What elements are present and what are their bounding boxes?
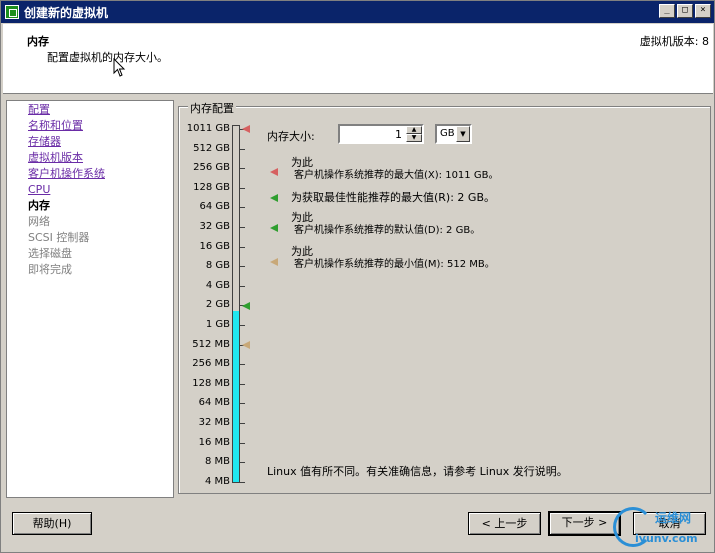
best-marker-icon xyxy=(242,302,250,310)
scale-tick xyxy=(240,168,245,170)
memory-config-label: 内存配置 xyxy=(188,100,236,116)
nav-item[interactable]: 客户机操作系统 xyxy=(28,167,105,181)
default-legend-icon xyxy=(270,224,278,232)
minimize-button[interactable]: _ xyxy=(659,4,675,18)
scale-tick xyxy=(240,383,245,385)
default-legend-line2: 客户机操作系统推荐的默认值(D): 2 GB。 xyxy=(294,225,481,236)
memory-size-label: 内存大小: xyxy=(267,130,315,143)
memory-config-group: 内存配置 xyxy=(178,100,711,494)
maximize-button[interactable]: □ xyxy=(677,4,693,18)
memory-unit-value: GB xyxy=(440,128,455,139)
scale-tick xyxy=(240,227,245,228)
title-bar[interactable]: 创建新的虚拟机 _ □ × xyxy=(1,1,714,23)
best-legend-icon xyxy=(270,194,278,202)
scale-tick-label: 64 GB xyxy=(199,201,230,213)
help-button[interactable]: 帮助(H) xyxy=(12,512,92,535)
min-legend-line1: 为此 xyxy=(291,245,313,258)
scale-tick-label: 32 GB xyxy=(199,221,230,232)
scale-tick xyxy=(240,442,245,444)
nav-item: 网络 xyxy=(28,215,50,228)
watermark-logo: 运维网 iyunv.com xyxy=(613,505,713,551)
scale-tick-label: 256 MB xyxy=(192,358,230,370)
min-legend-line2: 客户机操作系统推荐的最小值(M): 512 MB。 xyxy=(294,259,495,270)
back-button[interactable]: < 上一步 xyxy=(468,512,541,535)
spin-up-icon[interactable]: ▲ xyxy=(406,126,422,134)
nav-item[interactable]: 存储器 xyxy=(28,135,61,149)
next-button[interactable]: 下一步 > xyxy=(548,511,621,536)
memory-size-input[interactable]: 1 ▲ ▼ xyxy=(338,124,424,144)
close-button[interactable]: × xyxy=(695,4,711,18)
scale-tick xyxy=(240,266,245,268)
scale-tick xyxy=(240,285,245,287)
scale-tick xyxy=(240,207,245,209)
nav-item[interactable]: 虚拟机版本 xyxy=(28,151,83,165)
max-marker-icon xyxy=(242,125,250,133)
app-icon xyxy=(5,5,19,19)
memory-unit-select[interactable]: GB ▼ xyxy=(435,124,472,144)
min-legend-icon xyxy=(270,258,278,266)
min-marker-icon xyxy=(242,341,250,349)
window-title: 创建新的虚拟机 xyxy=(24,5,109,20)
nav-item: 选择磁盘 xyxy=(28,247,72,260)
scale-tick-label: 4 MB xyxy=(204,475,230,487)
memory-slider-track[interactable] xyxy=(232,125,240,483)
scale-tick-label: 256 GB xyxy=(193,162,230,174)
scale-tick-label: 1 GB xyxy=(205,319,230,330)
nav-item: 即将完成 xyxy=(28,263,72,276)
scale-tick xyxy=(240,403,245,405)
scale-tick-label: 1011 GB xyxy=(186,123,230,134)
default-legend-line1: 为此 xyxy=(291,211,313,224)
scale-tick-label: 32 MB xyxy=(198,417,230,428)
scale-tick xyxy=(240,148,245,150)
scale-tick-label: 16 GB xyxy=(199,240,230,252)
scale-tick xyxy=(240,481,245,483)
scale-tick-label: 512 GB xyxy=(193,142,230,154)
scale-tick-label: 128 GB xyxy=(193,181,230,193)
max-legend-line2: 客户机操作系统推荐的最大值(X): 1011 GB。 xyxy=(294,170,499,181)
spin-down-icon[interactable]: ▼ xyxy=(406,134,422,142)
best-legend-text: 为获取最佳性能推荐的最大值(R): 2 GB。 xyxy=(291,191,495,204)
scale-tick xyxy=(240,462,245,464)
scale-tick xyxy=(240,423,245,424)
chevron-down-icon[interactable]: ▼ xyxy=(456,126,470,142)
wizard-header: 内存 配置虚拟机的内存大小。 虚拟机版本: 8 xyxy=(3,24,713,94)
scale-tick-label: 4 GB xyxy=(205,279,230,291)
wizard-nav: 配置名称和位置存储器虚拟机版本客户机操作系统 CPU 内存网络 SCSI 控制器 选择磁… xyxy=(6,100,174,498)
max-legend-line1: 为此 xyxy=(291,156,313,169)
scale-tick xyxy=(240,187,245,189)
memory-slider-fill xyxy=(233,311,239,482)
scale-tick-label: 16 MB xyxy=(198,436,230,448)
linux-note: Linux 值有所不同。有关准确信息，请参考 Linux 发行说明。 xyxy=(267,465,568,478)
create-vm-window: 创建新的虚拟机 _ □ × 内存 配置虚拟机的内存大小。 虚拟机版本: 8 配置… xyxy=(0,0,715,553)
scale-tick-label: 8 GB xyxy=(205,260,230,272)
vm-version-label: 虚拟机版本: 8 xyxy=(639,35,709,48)
step-title: 内存 xyxy=(27,35,49,48)
scale-tick-label: 64 MB xyxy=(198,397,230,409)
nav-item[interactable]: 配置 xyxy=(28,103,50,117)
scale-tick xyxy=(240,364,245,366)
scale-tick-label: 8 MB xyxy=(204,456,230,468)
scale-tick-label: 2 GB xyxy=(205,299,230,311)
watermark-line2: iyunv.com xyxy=(635,532,698,545)
nav-item: 内存 xyxy=(28,199,50,212)
watermark-line1: 运维网 xyxy=(655,511,692,525)
scale-tick-label: 512 MB xyxy=(192,338,230,350)
nav-item: SCSI 控制器 xyxy=(28,231,90,244)
mouse-cursor-icon xyxy=(113,58,126,77)
max-legend-icon xyxy=(270,168,278,176)
nav-item[interactable]: CPU xyxy=(28,183,50,197)
nav-item[interactable]: 名称和位置 xyxy=(28,119,83,133)
memory-size-value: 1 xyxy=(395,128,402,141)
scale-tick xyxy=(240,246,245,248)
scale-tick xyxy=(240,325,245,326)
step-subtitle: 配置虚拟机的内存大小。 xyxy=(47,51,168,64)
scale-tick-label: 128 MB xyxy=(192,377,230,389)
